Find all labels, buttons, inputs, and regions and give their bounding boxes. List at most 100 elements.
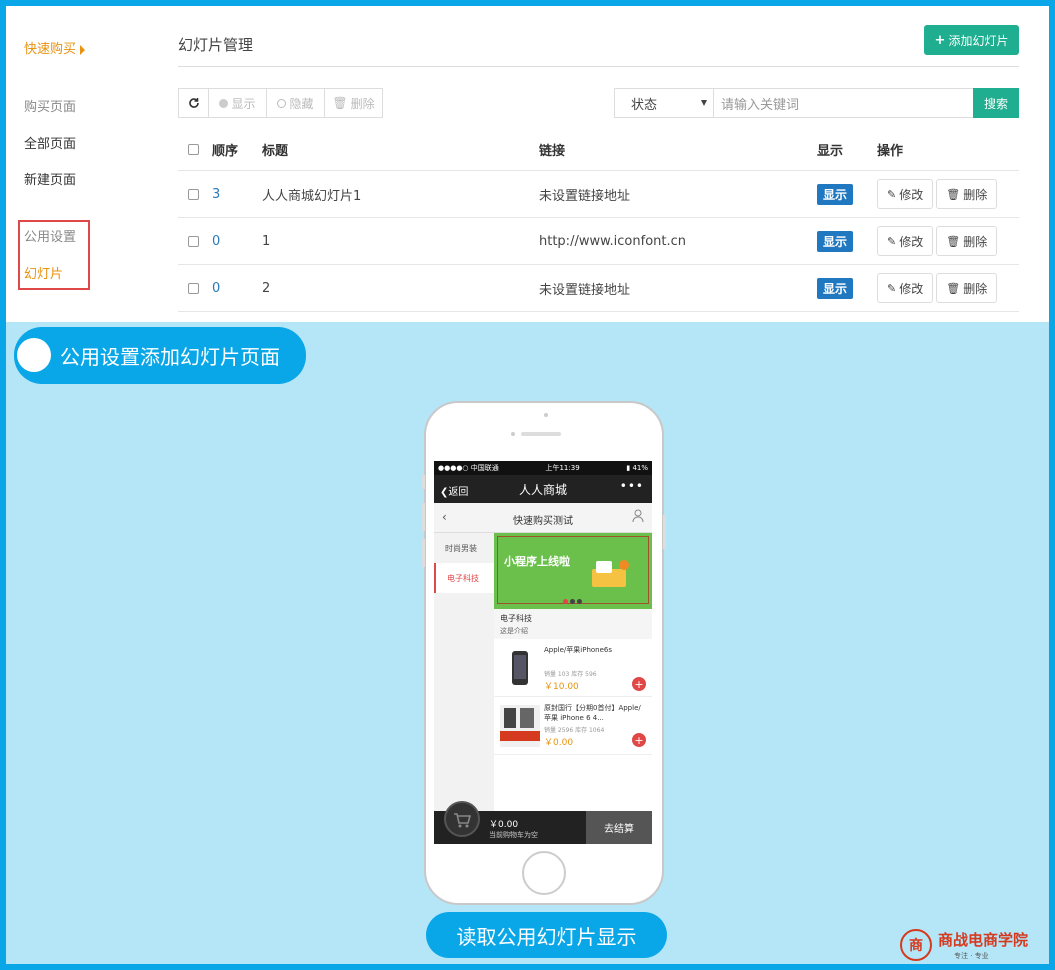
- row-title: 2: [262, 280, 271, 296]
- status-battery-wrap: ▮ 41%: [626, 464, 648, 472]
- section-title: 电子科技: [500, 614, 532, 623]
- caret-right-icon: [80, 44, 86, 55]
- edit-icon: ✎: [887, 187, 897, 201]
- select-all-checkbox[interactable]: [188, 128, 199, 170]
- status-badge: 显示: [817, 277, 854, 299]
- product-meta: 销量 103 库存 596: [544, 671, 597, 678]
- user-icon[interactable]: [632, 509, 644, 523]
- section-subtitle: 这是介绍: [500, 627, 528, 635]
- delete-label: 删除: [963, 234, 988, 249]
- hide-label: 隐藏: [289, 96, 314, 111]
- caption-top: 公用设置添加幻灯片页面: [60, 345, 280, 369]
- bulk-delete-button[interactable]: 🗑 删除: [324, 88, 383, 118]
- category-item-active[interactable]: 电子科技: [434, 563, 494, 593]
- row-status[interactable]: 显示: [817, 265, 854, 311]
- cart-icon[interactable]: [444, 801, 480, 837]
- search-button[interactable]: 搜索: [973, 88, 1019, 118]
- toolbar: 显示 隐藏 🗑 删除: [178, 88, 383, 118]
- product-item[interactable]: Apple/苹果iPhone6s 销量 103 库存 596 ￥10.00 +: [494, 639, 652, 697]
- status-select[interactable]: 状态: [614, 88, 714, 118]
- highlight-box: [18, 220, 90, 290]
- slide-dots: [562, 599, 583, 604]
- checkbox-box: [188, 188, 199, 200]
- status-badge: 显示: [817, 183, 854, 205]
- slide-dot[interactable]: [563, 599, 568, 604]
- refresh-icon: [188, 98, 199, 108]
- page-title: 幻灯片管理: [178, 36, 254, 54]
- add-slide-button[interactable]: + 添加幻灯片: [924, 25, 1019, 55]
- slide-dot[interactable]: [570, 599, 575, 604]
- status-battery: 41%: [632, 464, 648, 472]
- phone-category-list: 时尚男装 电子科技: [434, 533, 494, 811]
- status-carrier: ●●●●○ 中国联通: [438, 464, 499, 472]
- row-status[interactable]: 显示: [817, 171, 854, 217]
- admin-panel: 快速购买 购买页面 全部页面 新建页面 公用设置 幻灯片 幻灯片管理 + 添加幻灯…: [6, 6, 1049, 322]
- trash-icon: 🗑: [946, 187, 961, 201]
- row-actions: ✎ 修改 🗑 删除: [877, 218, 1000, 264]
- delete-button[interactable]: 🗑 删除: [936, 226, 998, 256]
- row-checkbox[interactable]: [188, 171, 199, 217]
- phone-page-title: 快速购买测试: [513, 516, 573, 527]
- row-status[interactable]: 显示: [817, 218, 854, 264]
- cart-empty-text: 当前购物车为空: [489, 831, 538, 839]
- delete-label: 删除: [963, 281, 988, 296]
- category-item[interactable]: 时尚男装: [434, 533, 494, 563]
- product-price: ￥10.00: [544, 682, 579, 692]
- row-order[interactable]: 0: [212, 265, 220, 311]
- delete-button[interactable]: 🗑 删除: [936, 273, 998, 303]
- speaker-slot: [521, 432, 561, 436]
- row-link: 未设置链接地址: [539, 282, 631, 298]
- slide-dot[interactable]: [577, 599, 582, 604]
- row-title: 人人商城幻灯片1: [262, 188, 362, 204]
- title-divider: [178, 66, 1019, 67]
- sidebar-item-new-page[interactable]: 新建页面: [24, 169, 76, 188]
- status-time: 上午11:39: [545, 464, 580, 472]
- show-button[interactable]: 显示: [208, 88, 267, 118]
- checkbox-box: [188, 143, 199, 155]
- row-order[interactable]: 0: [212, 218, 220, 264]
- row-checkbox[interactable]: [188, 265, 199, 311]
- caption-bottom: 读取公用幻灯片显示: [426, 912, 667, 958]
- col-order: 顺序: [212, 143, 239, 159]
- sidebar: 快速购买 购买页面 全部页面 新建页面 公用设置 幻灯片: [6, 6, 166, 322]
- show-label: 显示: [231, 96, 256, 111]
- home-button: [522, 851, 566, 895]
- checkout-button[interactable]: 去结算: [586, 811, 652, 844]
- product-meta: 销量 2596 库存 1064: [544, 727, 605, 734]
- product-image: [500, 647, 540, 689]
- search-input[interactable]: 请输入关键词: [713, 88, 974, 118]
- add-to-cart-icon[interactable]: +: [632, 677, 646, 691]
- phone-side-button: [422, 539, 425, 567]
- row-actions: ✎ 修改 🗑 删除: [877, 265, 1000, 311]
- product-item[interactable]: 原封国行【分期0首付】Apple/苹果 iPhone 6 4... 销量 259…: [494, 697, 652, 755]
- brand-logo: 商 商战电商学院 专注 · 专业: [900, 925, 1050, 965]
- phone-navbar: ❮返回 人人商城 •••: [434, 475, 652, 503]
- main-content: 幻灯片管理 + 添加幻灯片 显示 隐藏 🗑 删除 状态 请输入关键词 搜索 顺序 标…: [178, 6, 1020, 322]
- edit-button[interactable]: ✎ 修改: [877, 179, 934, 209]
- hide-button[interactable]: 隐藏: [266, 88, 325, 118]
- row-order[interactable]: 3: [212, 171, 220, 217]
- col-title: 标题: [262, 143, 289, 159]
- phone-cart-bar: ￥0.00 当前购物车为空 去结算: [434, 801, 652, 844]
- checkbox-box: [188, 282, 199, 294]
- plus-icon: +: [934, 32, 946, 48]
- slide-banner[interactable]: 小程序上线啦: [494, 533, 652, 609]
- sidebar-item-all-pages[interactable]: 全部页面: [24, 133, 76, 152]
- add-to-cart-icon[interactable]: +: [632, 733, 646, 747]
- caption-top-pill: 公用设置添加幻灯片页面: [14, 327, 306, 384]
- sidebar-title[interactable]: 快速购买: [24, 38, 86, 57]
- row-checkbox[interactable]: [188, 218, 199, 264]
- phone-side-button: [422, 503, 425, 531]
- delete-button[interactable]: 🗑 删除: [936, 179, 998, 209]
- caret-down-icon: [701, 100, 707, 106]
- more-icon[interactable]: •••: [620, 479, 644, 493]
- logo-slogan: 专注 · 专业: [954, 952, 989, 960]
- edit-button[interactable]: ✎ 修改: [877, 226, 934, 256]
- status-badge: 显示: [817, 230, 854, 252]
- refresh-button[interactable]: [178, 88, 209, 118]
- row-title: 1: [262, 233, 271, 249]
- edit-button[interactable]: ✎ 修改: [877, 273, 934, 303]
- bulk-delete-label: 删除: [350, 96, 375, 111]
- logo-seal-icon: 商: [900, 929, 932, 961]
- phone-content: 小程序上线啦 电子科技 这是介绍 Apple/苹果iPhone6s 销量 103…: [494, 533, 652, 811]
